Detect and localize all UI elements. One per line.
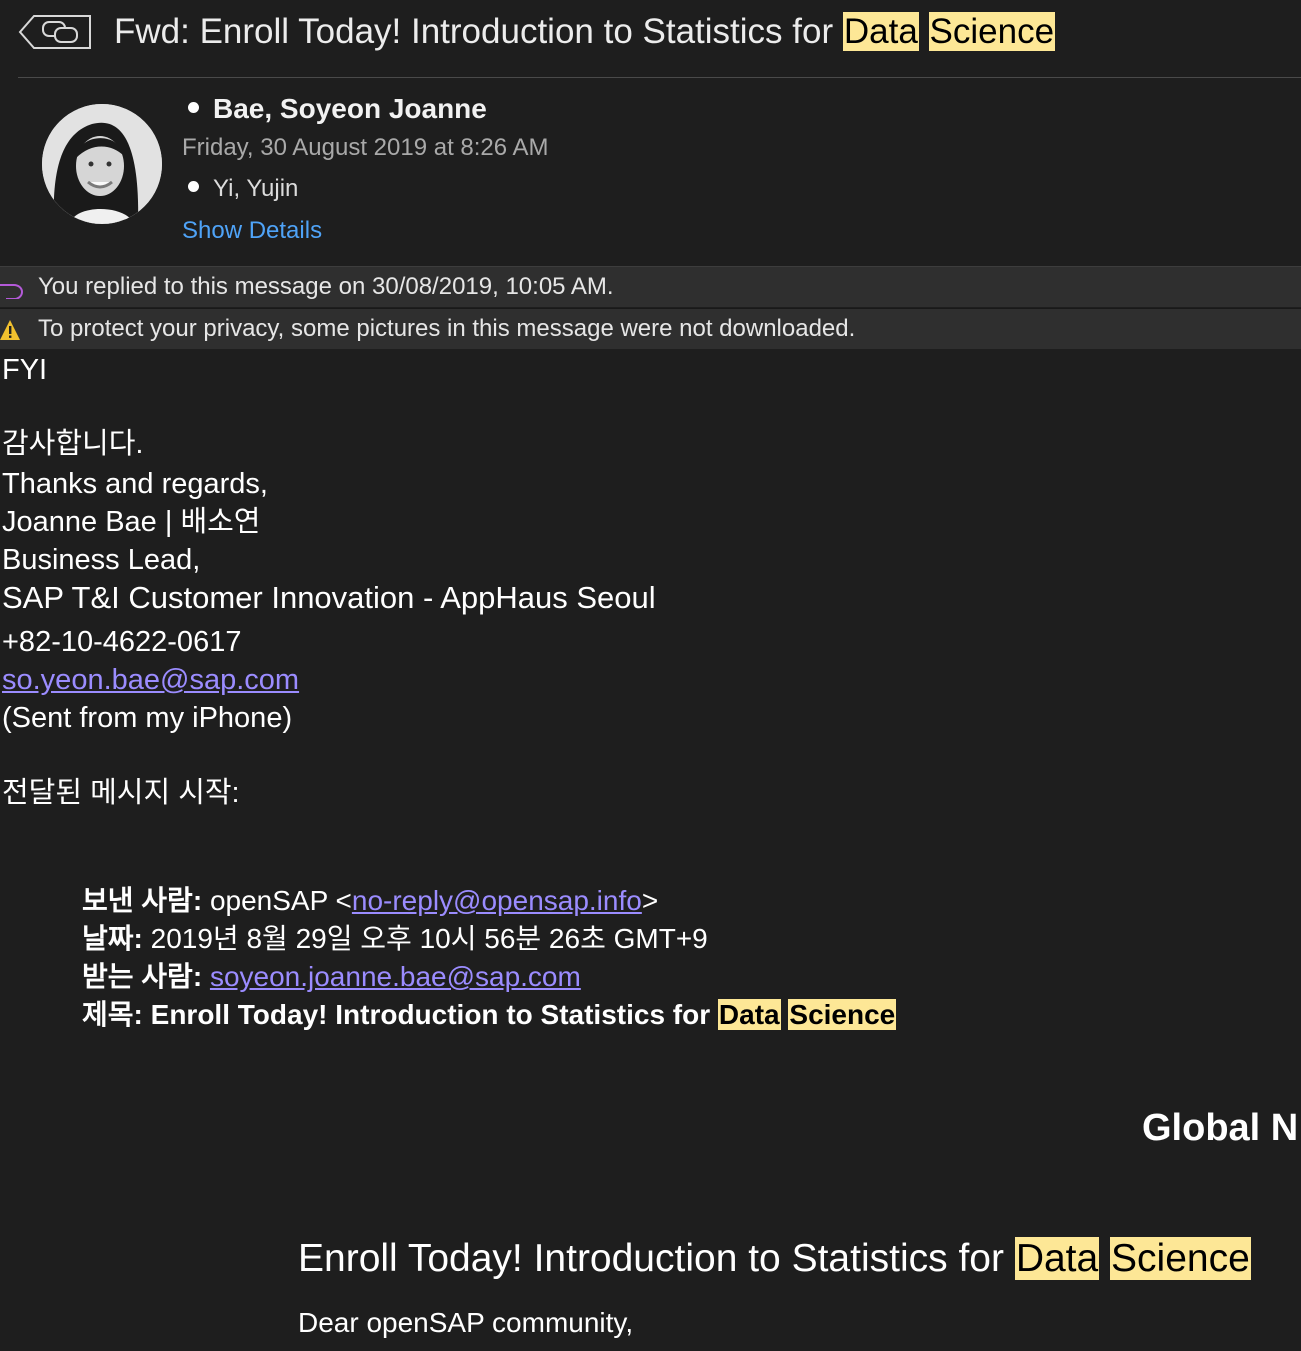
replied-banner-text: You replied to this message on 30/08/201…	[38, 273, 614, 300]
signature-org: SAP T&I Customer Innovation - AppHaus Se…	[2, 580, 656, 615]
forwarded-to-line: 받는 사람: soyeon.joanne.bae@sap.com	[82, 961, 581, 992]
warning-icon	[0, 320, 20, 340]
message-date: Friday, 30 August 2019 at 8:26 AM	[182, 134, 549, 161]
sent-from-iphone: (Sent from my iPhone)	[2, 702, 293, 734]
forwarded-from-line: 보낸 사람: openSAP <no-reply@opensap.info>	[82, 885, 659, 916]
header-divider	[18, 77, 1301, 78]
forwarded-to-email-link[interactable]: soyeon.joanne.bae@sap.com	[210, 961, 581, 992]
sender-status-dot	[188, 102, 199, 114]
recipient-name[interactable]: Yi, Yujin	[188, 174, 298, 204]
avatar-photo	[42, 104, 162, 224]
reply-icon	[0, 284, 23, 299]
signature-phone: +82-10-4622-0617	[2, 626, 242, 658]
body-thanks-kr: 감사합니다.	[2, 428, 144, 460]
global-heading-partial: Global N	[1142, 1107, 1299, 1149]
enroll-heading: Enroll Today! Introduction to Statistics…	[298, 1237, 1251, 1280]
body-fyi: FYI	[2, 354, 48, 386]
recipient-status-dot	[188, 181, 199, 193]
conversation-back-button[interactable]	[18, 12, 92, 52]
privacy-banner: To protect your privacy, some pictures i…	[0, 308, 1301, 349]
privacy-banner-text: To protect your privacy, some pictures i…	[38, 315, 856, 342]
forwarded-from-email-link[interactable]: no-reply@opensap.info	[352, 885, 642, 916]
forwarded-subject-line: 제목: Enroll Today! Introduction to Statis…	[82, 999, 897, 1030]
message-subject: Fwd: Enroll Today! Introduction to Stati…	[114, 12, 1056, 51]
forwarded-date-line: 날짜: 2019년 8월 29일 오후 10시 56분 26초 GMT+9	[82, 923, 708, 954]
conversation-icon	[18, 15, 91, 49]
greeting-text: Dear openSAP community,	[298, 1307, 634, 1338]
show-details-link[interactable]: Show Details	[182, 216, 322, 246]
forwarded-message-start: 전달된 메시지 시작:	[2, 777, 240, 809]
signature-name: Joanne Bae | 배소연	[2, 506, 261, 538]
body-thanks-en: Thanks and regards,	[2, 468, 268, 500]
sender-avatar	[42, 104, 162, 224]
sender-name[interactable]: Bae, Soyeon Joanne	[188, 92, 487, 126]
signature-email-link[interactable]: so.yeon.bae@sap.com	[2, 661, 299, 699]
signature-title: Business Lead,	[2, 544, 201, 576]
replied-banner: You replied to this message on 30/08/201…	[0, 266, 1301, 307]
